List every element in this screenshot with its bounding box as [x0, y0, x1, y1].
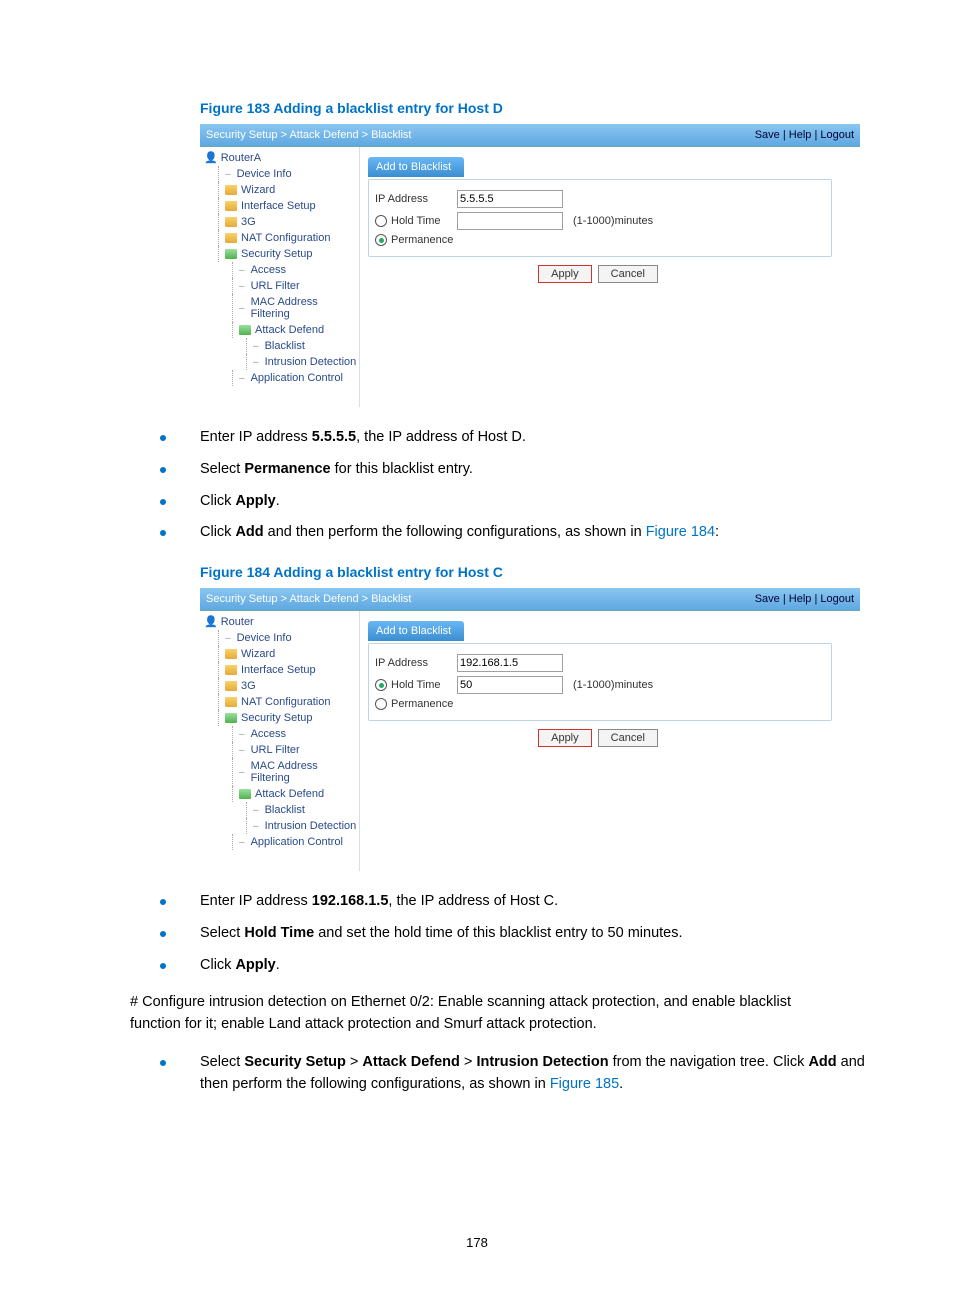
ip-address-label: IP Address — [375, 657, 453, 669]
instruction-item: Click Apply. — [160, 491, 894, 513]
top-right-links[interactable]: Save | Help | Logout — [755, 129, 854, 141]
nav-app-control[interactable]: Application Control — [232, 834, 359, 850]
instruction-item: Click Add and then perform the following… — [160, 522, 894, 544]
screenshot-figure-183: Security Setup > Attack Defend > Blackli… — [200, 124, 860, 407]
nav-access[interactable]: Access — [232, 726, 359, 742]
tree-root[interactable]: Router — [204, 615, 359, 628]
folder-icon — [225, 217, 237, 227]
nav-intrusion[interactable]: Intrusion Detection — [246, 354, 359, 370]
instructions-list-3: Select Security Setup > Attack Defend > … — [160, 1052, 894, 1096]
folder-open-icon — [225, 249, 237, 259]
nav-3g[interactable]: 3G — [218, 678, 359, 694]
holdtime-label: Hold Time — [391, 679, 453, 691]
folder-icon — [225, 697, 237, 707]
ip-address-input[interactable] — [457, 654, 563, 672]
figure-185-link[interactable]: Figure 185 — [550, 1076, 619, 1092]
holdtime-input[interactable] — [457, 212, 563, 230]
folder-open-icon — [239, 325, 251, 335]
holdtime-radio[interactable] — [375, 679, 387, 691]
folder-open-icon — [225, 713, 237, 723]
instruction-item: Enter IP address 192.168.1.5, the IP add… — [160, 891, 894, 913]
nav-interface-setup[interactable]: Interface Setup — [218, 662, 359, 678]
blacklist-form: IP Address Hold Time (1-1000)minutes Per… — [368, 643, 832, 721]
screenshot-figure-184: Security Setup > Attack Defend > Blackli… — [200, 588, 860, 871]
folder-icon — [225, 665, 237, 675]
breadcrumb-bar: Security Setup > Attack Defend > Blackli… — [200, 588, 860, 611]
permanence-label: Permanence — [391, 698, 469, 710]
nav-app-control[interactable]: Application Control — [232, 370, 359, 386]
figure-183-title: Figure 183 Adding a blacklist entry for … — [200, 100, 894, 116]
instructions-list-2: Enter IP address 192.168.1.5, the IP add… — [160, 891, 894, 976]
folder-open-icon — [239, 789, 251, 799]
holdtime-input[interactable] — [457, 676, 563, 694]
figure-184-link[interactable]: Figure 184 — [646, 524, 715, 540]
folder-icon — [225, 233, 237, 243]
body-paragraph: # Configure intrusion detection on Ether… — [130, 992, 824, 1036]
nav-url-filter[interactable]: URL Filter — [232, 278, 359, 294]
nav-attack-defend[interactable]: Attack Defend — [232, 322, 359, 338]
blacklist-form: IP Address Hold Time (1-1000)minutes Per… — [368, 179, 832, 257]
main-panel: Add to Blacklist IP Address Hold Time (1… — [360, 147, 860, 407]
user-icon — [204, 151, 218, 164]
nav-attack-defend[interactable]: Attack Defend — [232, 786, 359, 802]
tab-add-to-blacklist[interactable]: Add to Blacklist — [368, 157, 464, 177]
instructions-list-1: Enter IP address 5.5.5.5, the IP address… — [160, 427, 894, 544]
nav-device-info[interactable]: Device Info — [218, 630, 359, 646]
apply-button[interactable]: Apply — [538, 265, 592, 283]
nav-3g[interactable]: 3G — [218, 214, 359, 230]
tab-add-to-blacklist[interactable]: Add to Blacklist — [368, 621, 464, 641]
breadcrumb-path: Security Setup > Attack Defend > Blackli… — [206, 593, 411, 605]
ip-address-input[interactable] — [457, 190, 563, 208]
nav-wizard[interactable]: Wizard — [218, 646, 359, 662]
cancel-button[interactable]: Cancel — [598, 265, 658, 283]
nav-mac-filter[interactable]: MAC Address Filtering — [232, 758, 359, 786]
holdtime-radio[interactable] — [375, 215, 387, 227]
instruction-item: Enter IP address 5.5.5.5, the IP address… — [160, 427, 894, 449]
nav-interface-setup[interactable]: Interface Setup — [218, 198, 359, 214]
breadcrumb-bar: Security Setup > Attack Defend > Blackli… — [200, 124, 860, 147]
instruction-item: Select Permanence for this blacklist ent… — [160, 459, 894, 481]
nav-mac-filter[interactable]: MAC Address Filtering — [232, 294, 359, 322]
cancel-button[interactable]: Cancel — [598, 729, 658, 747]
nav-url-filter[interactable]: URL Filter — [232, 742, 359, 758]
apply-button[interactable]: Apply — [538, 729, 592, 747]
navigation-tree: RouterA Device Info Wizard Interface Set… — [200, 147, 360, 407]
navigation-tree: Router Device Info Wizard Interface Setu… — [200, 611, 360, 871]
figure-184-title: Figure 184 Adding a blacklist entry for … — [200, 564, 894, 580]
nav-security-setup[interactable]: Security Setup — [218, 246, 359, 262]
nav-blacklist[interactable]: Blacklist — [246, 338, 359, 354]
folder-icon — [225, 681, 237, 691]
folder-icon — [225, 185, 237, 195]
permanence-radio[interactable] — [375, 698, 387, 710]
tree-root[interactable]: RouterA — [204, 151, 359, 164]
instruction-item: Click Apply. — [160, 955, 894, 977]
holdtime-hint: (1-1000)minutes — [573, 215, 653, 227]
permanence-label: Permanence — [391, 234, 469, 246]
instruction-item: Select Hold Time and set the hold time o… — [160, 923, 894, 945]
user-icon — [204, 615, 218, 628]
instruction-item: Select Security Setup > Attack Defend > … — [160, 1052, 894, 1096]
main-panel: Add to Blacklist IP Address Hold Time (1… — [360, 611, 860, 871]
nav-security-setup[interactable]: Security Setup — [218, 710, 359, 726]
nav-wizard[interactable]: Wizard — [218, 182, 359, 198]
holdtime-label: Hold Time — [391, 215, 453, 227]
permanence-radio[interactable] — [375, 234, 387, 246]
nav-nat-config[interactable]: NAT Configuration — [218, 230, 359, 246]
nav-intrusion[interactable]: Intrusion Detection — [246, 818, 359, 834]
nav-nat-config[interactable]: NAT Configuration — [218, 694, 359, 710]
page-number: 178 — [60, 1235, 894, 1250]
nav-blacklist[interactable]: Blacklist — [246, 802, 359, 818]
folder-icon — [225, 201, 237, 211]
holdtime-hint: (1-1000)minutes — [573, 679, 653, 691]
nav-access[interactable]: Access — [232, 262, 359, 278]
folder-icon — [225, 649, 237, 659]
breadcrumb-path: Security Setup > Attack Defend > Blackli… — [206, 129, 411, 141]
ip-address-label: IP Address — [375, 193, 453, 205]
top-right-links[interactable]: Save | Help | Logout — [755, 593, 854, 605]
nav-device-info[interactable]: Device Info — [218, 166, 359, 182]
